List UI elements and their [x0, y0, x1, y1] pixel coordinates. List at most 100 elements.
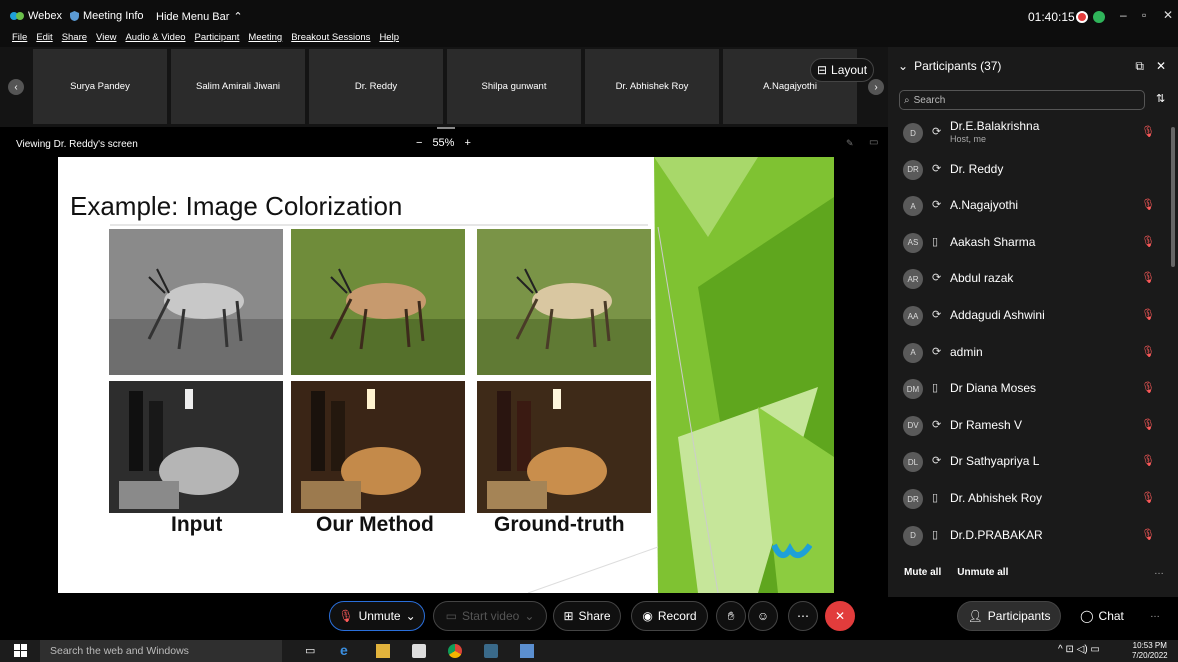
tray-icons[interactable]: ^ ⊡ ◁) ▭	[1058, 644, 1100, 655]
menu-file[interactable]: File	[12, 32, 27, 47]
windows-start-icon[interactable]	[14, 644, 28, 658]
popout-panel-icon[interactable]: ⧉	[1135, 59, 1144, 74]
participant-row[interactable]: A ⟳ A.Nagajyothi 🎙︎	[888, 190, 1168, 222]
popout-icon[interactable]: ▭	[869, 137, 878, 148]
webex-taskbar-icon[interactable]	[484, 644, 498, 658]
search-icon: ⌕	[904, 94, 910, 106]
participants-header[interactable]: ⌄ Participants (37)	[898, 59, 1001, 73]
muted-mic-icon[interactable]: 🎙︎	[1141, 308, 1155, 321]
phone-icon: ▯	[932, 382, 939, 395]
participant-row[interactable]: AR ⟳ Abdul razak 🎙︎	[888, 263, 1168, 295]
muted-mic-icon[interactable]: 🎙︎	[1141, 418, 1155, 431]
layout-icon: ⊟	[816, 63, 828, 77]
muted-mic-icon[interactable]: 🎙︎	[1141, 345, 1155, 358]
sort-icon[interactable]: ⇅	[1156, 92, 1165, 105]
resize-handle[interactable]	[437, 127, 455, 129]
muted-mic-icon[interactable]: 🎙︎	[1141, 235, 1155, 248]
camera-off-icon: ▭	[445, 609, 457, 623]
menu-help[interactable]: Help	[379, 32, 399, 47]
participant-row[interactable]: D ⟳ Dr.E.Balakrishna Host, me 🎙︎	[888, 117, 1168, 149]
headset-icon: ⟳	[932, 199, 942, 212]
menu-participant[interactable]: Participant	[195, 32, 240, 47]
tiles-prev-button[interactable]: ‹	[8, 79, 24, 95]
our-method-antelope-photo	[291, 229, 465, 375]
video-tile[interactable]: Dr. Abhishek Roy	[585, 49, 719, 124]
end-meeting-button[interactable]: ✕	[825, 601, 855, 631]
start-video-label: Start video	[461, 609, 520, 623]
taskbar-clock[interactable]: 10:53 PM 7/20/2022	[1132, 641, 1168, 661]
start-video-button[interactable]: ▭ Start video ⌄	[433, 601, 547, 631]
more-icon: ⋯	[797, 609, 809, 623]
reactions-button[interactable]: ☺	[748, 601, 778, 631]
participant-name: Dr.E.Balakrishna	[950, 119, 1040, 133]
participant-role: Host, me	[950, 134, 987, 144]
maximize-button[interactable]: ▫	[1142, 8, 1146, 22]
menu-meeting[interactable]: Meeting	[248, 32, 282, 47]
edge-icon[interactable]: e	[340, 642, 354, 658]
participant-search-input[interactable]: ⌕ Search	[899, 90, 1145, 110]
panel-actions: Mute all Unmute all	[904, 567, 1008, 578]
close-window-button[interactable]: ✕	[1163, 8, 1173, 22]
taskbar-date: 7/20/2022	[1132, 651, 1168, 660]
app-name: Webex	[28, 10, 63, 22]
muted-mic-icon[interactable]: 🎙︎	[1141, 528, 1155, 541]
notepad-icon[interactable]	[520, 644, 534, 658]
participant-row[interactable]: DM ▯ Dr Diana Moses 🎙︎	[888, 373, 1168, 405]
participant-row[interactable]: AA ⟳ Addagudi Ashwini 🎙︎	[888, 300, 1168, 332]
menu-audio-video[interactable]: Audio & Video	[125, 32, 185, 47]
minimize-button[interactable]: –	[1120, 8, 1127, 22]
more-button[interactable]: ⋯	[788, 601, 818, 631]
participant-name: Addagudi Ashwini	[950, 308, 1045, 322]
raise-hand-button[interactable]: ✋︎	[716, 601, 746, 631]
close-panel-icon[interactable]: ✕	[1156, 59, 1166, 74]
participant-row[interactable]: D ▯ Dr.D.PRABAKAR 🎙︎	[888, 520, 1168, 552]
record-label: Record	[657, 609, 697, 623]
avatar: DR	[903, 489, 923, 509]
participant-row[interactable]: AS ▯ Aakash Sharma 🎙︎	[888, 227, 1168, 259]
zoom-in-button[interactable]: +	[464, 137, 470, 149]
meeting-info-button[interactable]: Meeting Info	[70, 10, 144, 22]
avatar: DR	[903, 159, 923, 180]
zoom-out-button[interactable]: −	[416, 137, 422, 149]
mute-all-button[interactable]: Mute all	[904, 567, 941, 578]
taskbar-search-input[interactable]: Search the web and Windows	[40, 640, 282, 662]
chrome-icon[interactable]	[448, 644, 462, 658]
hide-menu-bar-button[interactable]: Hide Menu Bar ⌃	[156, 10, 243, 24]
file-explorer-icon[interactable]	[376, 644, 390, 658]
muted-mic-icon[interactable]: 🎙︎	[1141, 125, 1155, 138]
more-panels-icon[interactable]: …	[1150, 609, 1160, 620]
phone-icon: ▯	[932, 492, 939, 504]
muted-mic-icon[interactable]: 🎙︎	[1141, 491, 1155, 504]
menu-breakout[interactable]: Breakout Sessions	[291, 32, 370, 47]
tiles-next-button[interactable]: ›	[868, 79, 884, 95]
video-tile[interactable]: Dr. Reddy	[309, 49, 443, 124]
muted-mic-icon[interactable]: 🎙︎	[1141, 198, 1155, 211]
unmute-all-button[interactable]: Unmute all	[957, 567, 1008, 578]
participant-row[interactable]: DR ⟳ Dr. Reddy	[888, 154, 1168, 186]
muted-mic-icon[interactable]: 🎙︎	[1141, 454, 1155, 467]
chat-button[interactable]: ◯ Chat	[1069, 601, 1135, 631]
video-tile[interactable]: Shilpa gunwant	[447, 49, 581, 124]
store-icon[interactable]	[412, 644, 426, 658]
record-button[interactable]: ◉ Record	[631, 601, 708, 631]
muted-mic-icon[interactable]: 🎙︎	[1141, 381, 1155, 394]
more-options-icon[interactable]: …	[1154, 566, 1164, 577]
participant-row[interactable]: DR ▯ Dr. Abhishek Roy 🎙︎	[888, 483, 1168, 515]
menu-edit[interactable]: Edit	[36, 32, 52, 47]
annotate-icon[interactable]: ✎	[846, 138, 854, 149]
task-view-icon[interactable]: ▭	[305, 644, 319, 658]
menu-view[interactable]: View	[96, 32, 116, 47]
participants-button[interactable]: 👤︎ Participants	[957, 601, 1061, 631]
video-tile[interactable]: Salim Amirali Jiwani	[171, 49, 305, 124]
video-tile[interactable]: Surya Pandey	[33, 49, 167, 124]
muted-mic-icon[interactable]: 🎙︎	[1141, 271, 1155, 284]
participant-row[interactable]: DV ⟳ Dr Ramesh V 🎙︎	[888, 410, 1168, 442]
menu-share[interactable]: Share	[62, 32, 87, 47]
layout-button[interactable]: ⊟ Layout	[810, 58, 874, 82]
share-button[interactable]: ⊞ Share	[553, 601, 621, 631]
unmute-button[interactable]: 🎙︎ Unmute ⌄	[329, 601, 425, 631]
input-label: Input	[171, 513, 223, 536]
participant-row[interactable]: DL ⟳ Dr Sathyapriya L 🎙︎	[888, 446, 1168, 478]
participant-list-scrollbar[interactable]	[1171, 127, 1175, 267]
participant-row[interactable]: A ⟳ admin 🎙︎	[888, 337, 1168, 369]
